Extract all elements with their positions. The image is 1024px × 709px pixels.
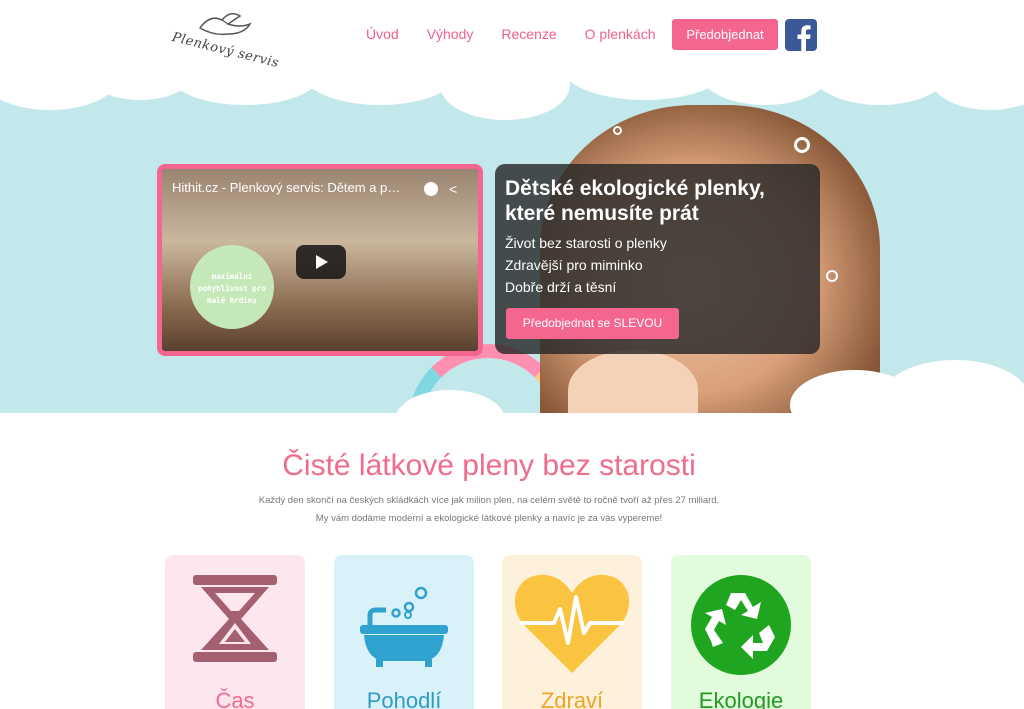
nav-o-plenkach[interactable]: O plenkách [585,26,656,42]
facebook-icon[interactable] [785,19,817,51]
cloud-decoration [810,80,950,105]
cloud-decoration [170,80,320,105]
bubble-decoration [826,270,838,282]
recycle-icon [691,575,791,675]
section-title: Čisté látkové pleny bez starosti [282,449,696,482]
main-nav: Úvod Výhody Recenze O plenkách [366,26,655,42]
hero-benefit: Dobře drží a těsní [505,279,617,295]
nav-vyhody[interactable]: Výhody [427,26,474,42]
feature-card-ekologie[interactable]: Ekologie [671,555,811,709]
hero-text-box: Dětské ekologické plenky, které nemusíte… [495,164,820,354]
feature-card-pohodli[interactable]: Pohodlí [334,555,474,709]
nav-uvod[interactable]: Úvod [366,26,399,42]
cloud-decoration [300,80,460,105]
cloud-decoration [880,360,1024,413]
intro-paragraph: My vám dodáme moderní a ekologické látko… [315,513,663,524]
hero-benefit: Zdravější pro miminko [505,257,643,273]
hero-section: Hithit.cz - Plenkový servis: Dětem a při… [0,80,1024,413]
cloud-decoration [440,80,570,120]
card-label: Zdraví [540,688,604,709]
feature-card-cas[interactable]: Čas [165,555,305,709]
bubble-decoration [613,126,622,135]
nav-recenze[interactable]: Recenze [501,26,556,42]
hero-benefits: Život bez starosti o plenky Zdravější pr… [505,232,810,298]
bubble-decoration [794,137,810,153]
preorder-discount-button[interactable]: Předobjednat se SLEVOU [506,308,679,339]
card-label: Čas [215,688,255,709]
watch-later-icon[interactable] [424,182,438,196]
cloud-decoration [930,80,1024,110]
cloud-decoration [700,80,830,105]
feature-card-zdravi[interactable]: Zdraví [502,555,642,709]
card-label: Pohodlí [366,688,442,709]
heart-icon [515,574,629,673]
video-player[interactable]: Hithit.cz - Plenkový servis: Dětem a při… [157,164,483,356]
intro-paragraph: Každý den skončí na českých skládkách ví… [258,495,720,506]
share-icon[interactable]: < [449,181,457,197]
bathtub-icon [360,586,448,667]
section-text: Každý den skončí na českých skládkách ví… [0,492,978,528]
video-title[interactable]: Hithit.cz - Plenkový servis: Dětem a při… [172,180,402,195]
hourglass-icon [193,575,277,662]
site-header: Plenkový servis Úvod Výhody Recenze O pl… [0,0,1024,80]
video-bubble-text: maximální pohyblivost pro malé hrdiny [190,245,274,329]
play-button-icon[interactable] [296,245,346,279]
card-label: Ekologie [698,688,784,709]
hero-title: Dětské ekologické plenky, které nemusíte… [505,177,765,225]
preorder-button[interactable]: Předobjednat [672,19,778,50]
hero-benefit: Život bez starosti o plenky [505,235,667,251]
